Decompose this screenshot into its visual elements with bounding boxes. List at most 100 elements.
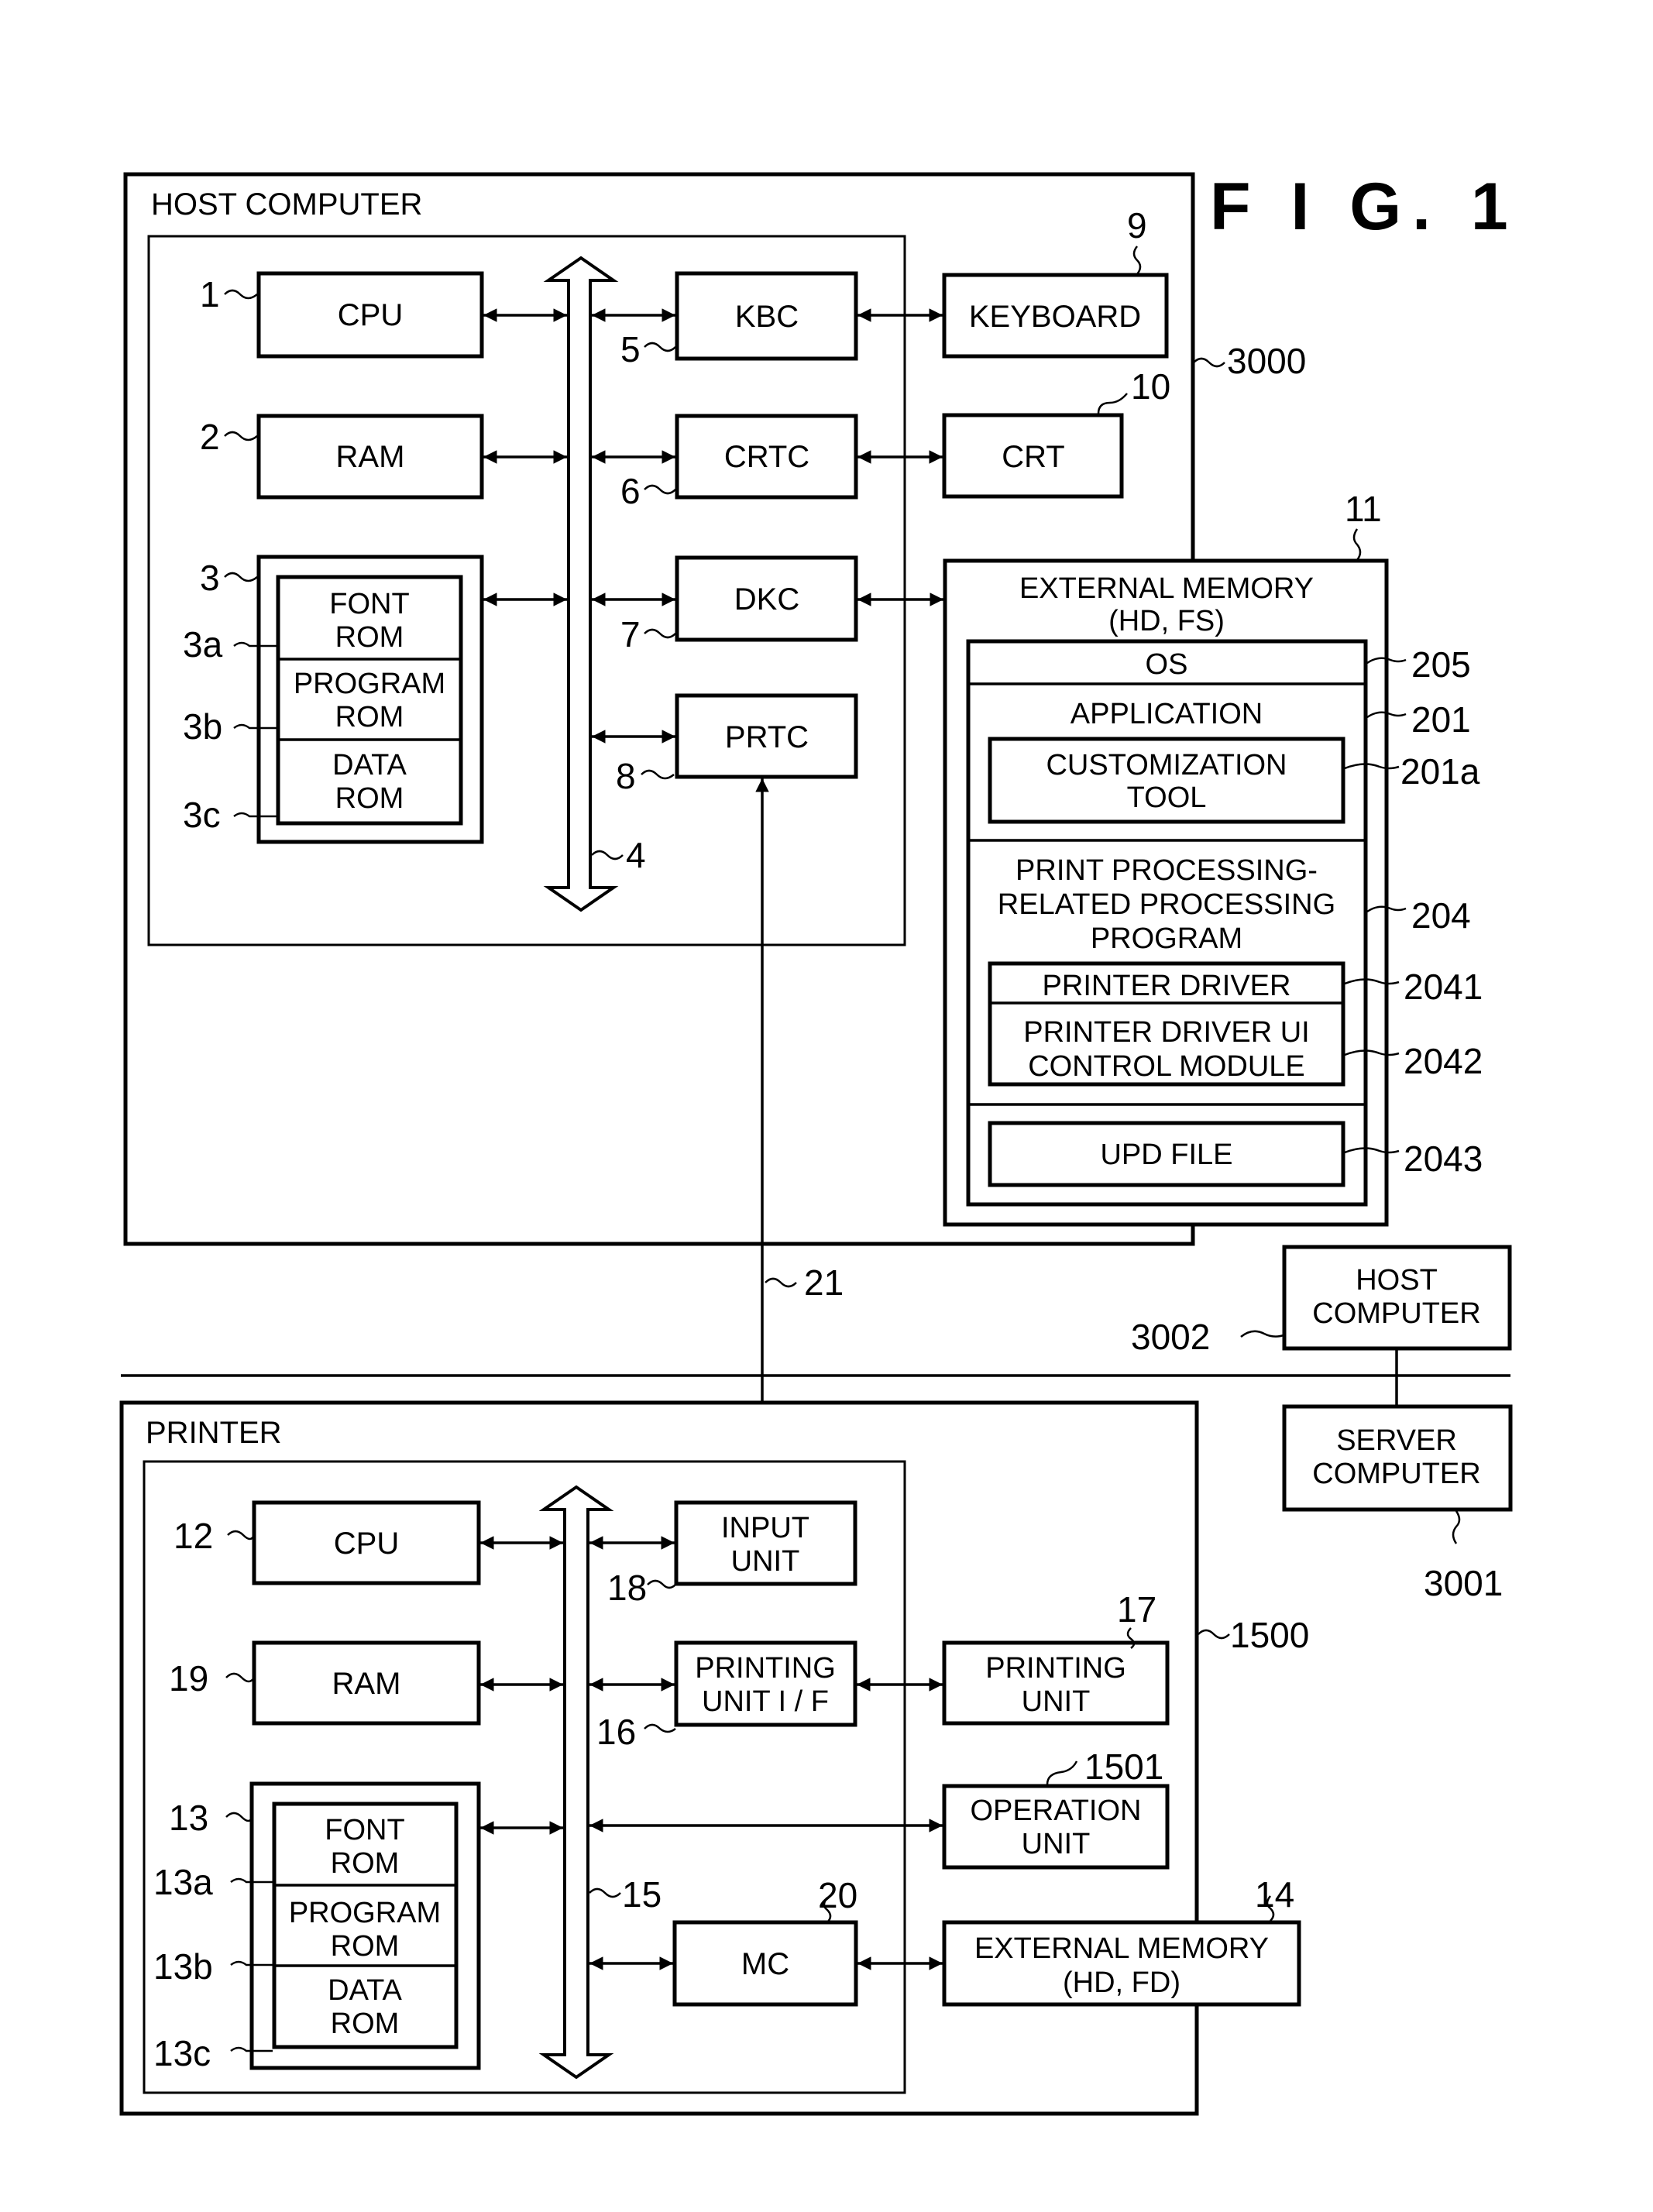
ref-3002: 3002 bbox=[1131, 1317, 1210, 1357]
ref-21: 21 bbox=[804, 1262, 844, 1303]
upd-file-label: UPD FILE bbox=[1100, 1139, 1232, 1171]
server-line1: SERVER bbox=[1336, 1424, 1457, 1457]
printer-font-rom-line1: FONT bbox=[325, 1814, 404, 1846]
host-data-rom-line1: DATA bbox=[332, 749, 407, 781]
figure-title: F I G. 1 bbox=[1210, 170, 1519, 244]
ref-2: 2 bbox=[200, 417, 220, 457]
host-cpu-label: CPU bbox=[338, 298, 403, 332]
ref-19: 19 bbox=[169, 1658, 208, 1698]
input-unit-line1: INPUT bbox=[721, 1512, 809, 1544]
ref-3b: 3b bbox=[183, 706, 222, 747]
printer-cpu-label: CPU bbox=[334, 1527, 399, 1561]
printer-title: PRINTER bbox=[146, 1416, 282, 1450]
ref-204: 204 bbox=[1411, 895, 1471, 936]
ref-13a: 13a bbox=[153, 1862, 213, 1902]
print-program-line1: PRINT PROCESSING- bbox=[1016, 854, 1318, 887]
host-program-rom-line1: PROGRAM bbox=[294, 668, 445, 700]
print-program-line3: PROGRAM bbox=[1091, 922, 1242, 955]
ref-squiggle bbox=[1193, 357, 1225, 368]
host-ram-label: RAM bbox=[336, 440, 405, 474]
ref-1500: 1500 bbox=[1230, 1615, 1309, 1655]
printer-font-rom-line2: ROM bbox=[331, 1847, 400, 1880]
customization-tool-line1: CUSTOMIZATION bbox=[1046, 749, 1287, 781]
ref-squiggle bbox=[1352, 528, 1362, 561]
printer-program-rom-line1: PROGRAM bbox=[289, 1897, 441, 1929]
ui-module-line1: PRINTER DRIVER UI bbox=[1023, 1016, 1309, 1049]
host-3002-line2: COMPUTER bbox=[1312, 1297, 1480, 1330]
ref-3001: 3001 bbox=[1424, 1563, 1503, 1603]
printing-unit-if-line2: UNIT I / F bbox=[702, 1685, 829, 1718]
host-font-rom-line2: ROM bbox=[335, 621, 404, 654]
ref-201a: 201a bbox=[1400, 751, 1480, 792]
ref-13c: 13c bbox=[153, 2033, 211, 2073]
printer-ext-memory-line1: EXTERNAL MEMORY bbox=[974, 1932, 1269, 1965]
ref-squiggle bbox=[1452, 1510, 1461, 1544]
printer-ram-label: RAM bbox=[332, 1667, 401, 1701]
printer-driver-label: PRINTER DRIVER bbox=[1043, 970, 1291, 1002]
operation-unit-line1: OPERATION bbox=[971, 1795, 1142, 1827]
printing-unit-line2: UNIT bbox=[1022, 1685, 1091, 1718]
ref-3000: 3000 bbox=[1227, 341, 1306, 381]
ref-13b: 13b bbox=[153, 1946, 213, 1987]
kbc-label: KBC bbox=[735, 300, 799, 334]
ref-squiggle bbox=[765, 1277, 797, 1288]
ref-1501: 1501 bbox=[1084, 1747, 1163, 1787]
ui-module-line2: CONTROL MODULE bbox=[1028, 1050, 1305, 1083]
ref-8: 8 bbox=[616, 756, 636, 796]
ref-3c: 3c bbox=[183, 795, 221, 835]
print-program-line2: RELATED PROCESSING bbox=[998, 888, 1335, 921]
ref-205: 205 bbox=[1411, 644, 1471, 685]
host-external-memory-11: 11 EXTERNAL MEMORY (HD, FS) OS 205 APPLI… bbox=[943, 489, 1483, 1227]
ref-9: 9 bbox=[1127, 205, 1147, 246]
ref-squiggle bbox=[1198, 1629, 1230, 1640]
host-font-rom-line1: FONT bbox=[329, 588, 409, 620]
ref-12: 12 bbox=[174, 1516, 213, 1556]
ref-7: 7 bbox=[620, 614, 641, 654]
fig1-block-diagram: F I G. 1 HOST COMPUTER 3000 CPU 1 RAM 2 … bbox=[119, 170, 1519, 2116]
ext-memory-title-line1: EXTERNAL MEMORY bbox=[1019, 572, 1314, 605]
ref-10: 10 bbox=[1131, 366, 1170, 407]
printing-unit-line1: PRINTING bbox=[985, 1652, 1126, 1685]
ref-20: 20 bbox=[818, 1875, 857, 1915]
ref-15: 15 bbox=[622, 1874, 662, 1915]
host-program-rom-line2: ROM bbox=[335, 701, 404, 733]
host-data-rom-line2: ROM bbox=[335, 782, 404, 815]
printing-unit-if-line1: PRINTING bbox=[695, 1652, 836, 1685]
crtc-label: CRTC bbox=[724, 440, 809, 474]
server-line2: COMPUTER bbox=[1312, 1458, 1480, 1490]
ref-3: 3 bbox=[200, 558, 220, 598]
printer-data-rom-line1: DATA bbox=[328, 1974, 402, 2007]
ref-13: 13 bbox=[169, 1798, 208, 1838]
printer-ext-memory-line2: (HD, FD) bbox=[1063, 1966, 1180, 1999]
printer-1500: PRINTER 1500 CPU 12 RAM 19 FONT ROM PROG… bbox=[119, 1400, 1309, 2116]
os-label: OS bbox=[1146, 648, 1188, 681]
application-label: APPLICATION bbox=[1070, 698, 1263, 730]
ref-17: 17 bbox=[1117, 1589, 1156, 1630]
ref-18: 18 bbox=[607, 1568, 647, 1608]
host-3002-line1: HOST bbox=[1356, 1264, 1438, 1297]
ref-2043: 2043 bbox=[1404, 1139, 1483, 1179]
crt-label: CRT bbox=[1002, 440, 1064, 474]
ref-3a: 3a bbox=[183, 624, 223, 665]
printer-data-rom-line2: ROM bbox=[331, 2008, 400, 2040]
ext-memory-title-line2: (HD, FS) bbox=[1108, 605, 1225, 637]
host-title: HOST COMPUTER bbox=[151, 187, 422, 222]
input-unit-line2: UNIT bbox=[731, 1545, 800, 1578]
customization-tool-line2: TOOL bbox=[1127, 781, 1207, 814]
ref-squiggle bbox=[1240, 1330, 1284, 1338]
ref-6: 6 bbox=[620, 471, 641, 511]
ref-5: 5 bbox=[620, 329, 641, 369]
ref-2041: 2041 bbox=[1404, 967, 1483, 1007]
ref-4: 4 bbox=[626, 835, 646, 875]
printer-program-rom-line2: ROM bbox=[331, 1930, 400, 1963]
mc-label: MC bbox=[741, 1947, 789, 1981]
operation-unit-line2: UNIT bbox=[1022, 1828, 1091, 1860]
ref-2042: 2042 bbox=[1404, 1041, 1483, 1081]
prtc-label: PRTC bbox=[725, 720, 809, 754]
keyboard-label: KEYBOARD bbox=[969, 300, 1141, 334]
ref-11: 11 bbox=[1345, 489, 1382, 529]
ref-1: 1 bbox=[200, 274, 220, 314]
ref-201: 201 bbox=[1411, 699, 1471, 740]
ref-14: 14 bbox=[1255, 1874, 1294, 1915]
ref-16: 16 bbox=[596, 1712, 636, 1752]
